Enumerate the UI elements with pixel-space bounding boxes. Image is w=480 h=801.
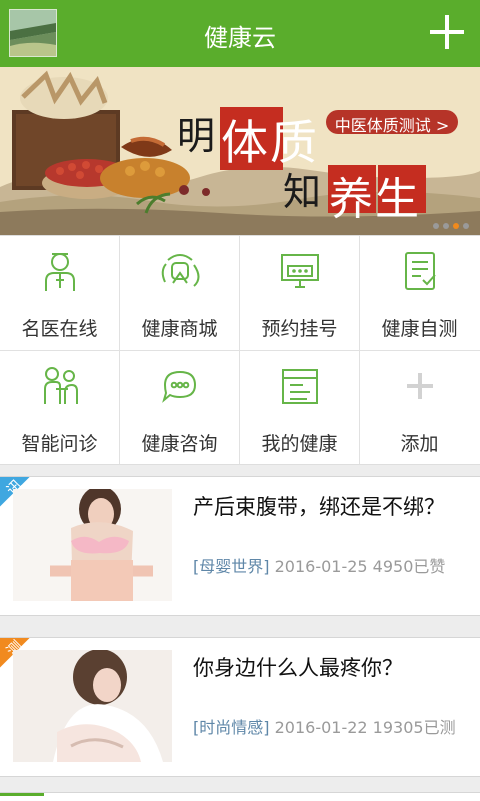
feature-grid: 名医在线 健康商城 预约挂号 健康自测 智能问诊 健康咨询 我的健康 添加 (0, 235, 480, 465)
article-meta: [时尚情感] 2016-01-22 19305已测 (193, 717, 468, 739)
article-category[interactable]: [时尚情感] (193, 718, 270, 737)
grid-item-my-health[interactable]: 我的健康 (240, 351, 359, 464)
carousel-indicator (433, 223, 469, 229)
chat-icon (162, 370, 197, 403)
article-thumbnail[interactable] (13, 489, 172, 601)
article-date: 2016-01-25 (274, 557, 368, 576)
grid-item-self-test[interactable]: 健康自测 (360, 236, 479, 349)
banner-headline-3: 知 (283, 170, 322, 214)
banner-headline-1: 明 (177, 114, 216, 158)
carousel-dot-active[interactable] (453, 223, 459, 229)
article-stats: 4950已赞 (372, 557, 446, 576)
grid-item-smart-diagnosis[interactable]: 智能问诊 (0, 351, 119, 464)
grid-label: 智能问诊 (21, 433, 98, 455)
appointment-icon (281, 254, 319, 288)
article-card[interactable]: 讯 产后束腹带，绑还是不绑？ [母婴世界] 2016-01-25 4950已赞 (0, 476, 480, 616)
grid-item-health-mall[interactable]: 健康商城 (120, 236, 239, 349)
app-title: 健康云 (204, 24, 276, 52)
article-title[interactable]: 你身边什么人最疼你？ (193, 654, 458, 682)
health-record-icon (282, 369, 318, 404)
article-stats: 19305已测 (372, 718, 456, 737)
article-title[interactable]: 产后束腹带，绑还是不绑？ (193, 493, 458, 521)
grid-label: 健康自测 (381, 318, 458, 340)
carousel-dot[interactable] (443, 223, 449, 229)
grid-label: 添加 (400, 433, 439, 455)
doctor-icon (45, 253, 75, 291)
grid-item-appointment[interactable]: 预约挂号 (240, 236, 359, 349)
grid-label: 健康咨询 (141, 433, 218, 455)
add-icon (407, 373, 433, 399)
grid-item-add[interactable]: 添加 (360, 351, 479, 464)
promo-banner[interactable]: 明 体质 知 养生 中医体质测试 > (0, 67, 480, 235)
grid-label: 我的健康 (261, 433, 338, 455)
grid-label: 健康商城 (141, 318, 218, 340)
bottom-accent (0, 793, 44, 796)
plus-icon[interactable] (430, 15, 464, 49)
grid-item-health-consultation[interactable]: 健康咨询 (120, 351, 239, 464)
article-card[interactable]: 测 你身边什么人最疼你？ [时尚情感] 2016-01-22 19305已测 (0, 637, 480, 777)
banner-headline-4: 养生 (329, 174, 421, 225)
article-thumbnail[interactable] (13, 650, 172, 762)
app-header: 健康云 (0, 0, 480, 67)
self-test-icon (405, 252, 436, 290)
article-category[interactable]: [母婴世界] (193, 557, 270, 576)
consultation-icon (44, 367, 78, 404)
article-meta: [母婴世界] 2016-01-25 4950已赞 (193, 556, 468, 578)
constitution-test-button[interactable]: 中医体质测试 > (327, 112, 457, 136)
grid-label: 预约挂号 (261, 318, 338, 340)
article-date: 2016-01-22 (274, 718, 368, 737)
grid-label: 名医在线 (21, 318, 98, 340)
grid-item-doctor-online[interactable]: 名医在线 (0, 236, 119, 349)
carousel-dot[interactable] (433, 223, 439, 229)
carousel-dot[interactable] (463, 223, 469, 229)
mall-icon (161, 254, 200, 287)
